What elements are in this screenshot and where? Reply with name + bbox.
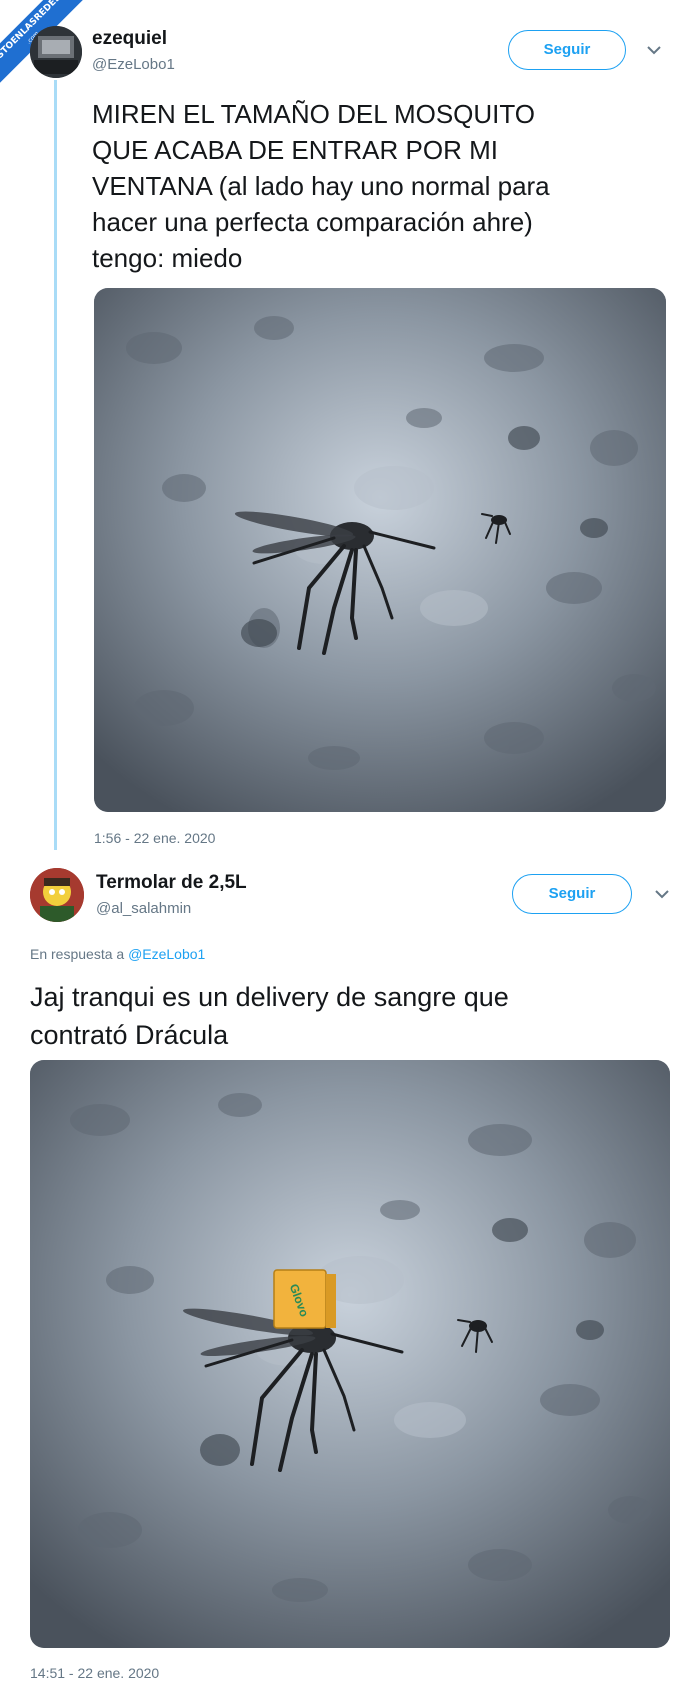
reply-prefix: En respuesta a — [30, 946, 125, 962]
tweet-text-line: MIREN EL TAMAÑO DEL MOSQUITO — [92, 99, 536, 129]
author-name[interactable]: Termolar de 2,5L — [96, 872, 247, 894]
mosquito-photo-image — [94, 288, 666, 812]
avatar-image-icon — [30, 868, 84, 922]
tweet-text-line: hacer una perfecta comparación ahre) — [92, 207, 533, 237]
chevron-down-icon[interactable] — [646, 42, 662, 58]
tweet-text-line: contrató Drácula — [30, 1020, 229, 1050]
tweet-text: MIREN EL TAMAÑO DEL MOSQUITO QUE ACABA D… — [92, 96, 672, 276]
author-avatar[interactable] — [30, 868, 84, 922]
thread-line — [54, 80, 57, 850]
tweet-photo[interactable] — [94, 288, 666, 812]
reply-handle-link[interactable]: @EzeLobo1 — [128, 946, 205, 962]
tweet-text-line: QUE ACABA DE ENTRAR POR MI — [92, 135, 498, 165]
tweet-text-line: tengo: miedo — [92, 243, 243, 273]
tweet-photo[interactable]: Glovo — [30, 1060, 670, 1648]
author-handle[interactable]: @EzeLobo1 — [92, 56, 175, 73]
follow-button[interactable]: Seguir — [512, 874, 632, 914]
reply-context: En respuesta a @EzeLobo1 — [30, 946, 205, 962]
tweet-text: Jaj tranqui es un delivery de sangre que… — [30, 978, 670, 1054]
screenshot-frame: VISTOENLASREDES .com ezequiel @EzeLobo1 … — [0, 0, 700, 1700]
tweet-text-line: Jaj tranqui es un delivery de sangre que — [30, 982, 509, 1012]
tweet-timestamp[interactable]: 1:56 - 22 ene. 2020 — [94, 830, 215, 846]
avatar-image-icon — [30, 26, 82, 78]
author-name[interactable]: ezequiel — [92, 28, 167, 50]
follow-button[interactable]: Seguir — [508, 30, 626, 70]
author-avatar[interactable] — [30, 26, 82, 78]
tweet-text-line: VENTANA (al lado hay uno normal para — [92, 171, 550, 201]
glovo-bag-icon: Glovo — [273, 1269, 336, 1329]
chevron-down-icon[interactable] — [654, 886, 670, 902]
author-handle[interactable]: @al_salahmin — [96, 900, 191, 917]
mosquito-glovo-photo-image: Glovo — [30, 1060, 670, 1648]
tweet-timestamp[interactable]: 14:51 - 22 ene. 2020 — [30, 1665, 159, 1681]
